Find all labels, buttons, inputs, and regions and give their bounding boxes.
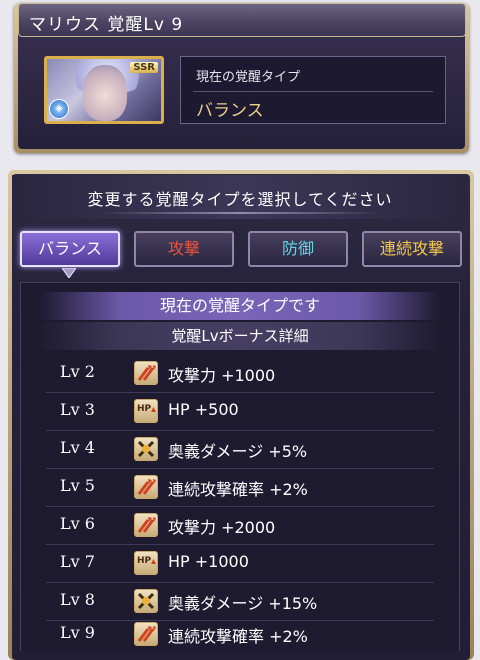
bonus-text: HP +500: [168, 400, 239, 419]
attack-icon: [134, 513, 158, 537]
rarity-badge: SSR: [130, 62, 158, 73]
current-type-value: バランス: [196, 101, 264, 121]
header-flourish: [100, 212, 380, 214]
attack-icon: [134, 361, 158, 385]
bonus-row: Lv 5 連続攻撃確率 +2%: [46, 469, 434, 507]
title-bar: マリウス 覚醒Lv 9: [18, 3, 466, 37]
hp-icon: HP: [134, 399, 158, 423]
bonus-row: Lv 7 HP HP +1000: [46, 545, 434, 583]
bonus-row: Lv 6 攻撃力 +2000: [46, 507, 434, 545]
bonus-level: Lv 9: [60, 623, 95, 642]
bonus-text: HP +1000: [168, 552, 249, 571]
bonus-level: Lv 7: [60, 552, 95, 571]
bonus-row: Lv 9 連続攻撃確率 +2%: [46, 616, 434, 653]
current-type-label: 現在の覚醒タイプ: [196, 70, 301, 85]
bonus-level: Lv 6: [60, 514, 95, 533]
selection-prompt: 変更する覚醒タイプを選択してください: [87, 190, 393, 209]
water-element-icon: ◈: [49, 99, 69, 119]
bonus-text: 奥義ダメージ +15%: [168, 594, 318, 613]
type-button-combo[interactable]: 連続攻撃: [362, 231, 462, 267]
ougi-icon: [134, 589, 158, 613]
current-type-box: 現在の覚醒タイプ バランス: [180, 56, 446, 124]
portrait-face: [83, 65, 127, 121]
type-button-balance[interactable]: バランス: [20, 231, 120, 267]
bonus-detail-header: 覚醒Lvボーナス詳細: [40, 322, 440, 350]
bonus-row: Lv 4 奥義ダメージ +5%: [46, 431, 434, 469]
attack-icon: [134, 622, 158, 646]
selection-pointer-icon: [62, 268, 76, 278]
bonus-level: Lv 3: [60, 400, 95, 419]
bonus-text: 連続攻撃確率 +2%: [168, 627, 308, 646]
character-portrait[interactable]: SSR ◈: [44, 56, 164, 124]
bonus-level: Lv 8: [60, 590, 95, 609]
bonus-row: Lv 2 攻撃力 +1000: [46, 355, 434, 393]
bonus-text: 連続攻撃確率 +2%: [168, 480, 308, 499]
bonus-row: Lv 3 HP HP +500: [46, 393, 434, 431]
status-banner: 現在の覚醒タイプです: [40, 292, 440, 320]
type-button-defense[interactable]: 防御: [248, 231, 348, 267]
bonus-level: Lv 2: [60, 362, 95, 381]
character-title: マリウス 覚醒Lv 9: [29, 15, 184, 35]
attack-icon: [134, 475, 158, 499]
bonus-text: 奥義ダメージ +5%: [168, 442, 308, 461]
type-button-attack[interactable]: 攻撃: [134, 231, 234, 267]
divider: [193, 91, 433, 92]
ougi-icon: [134, 437, 158, 461]
bonus-level: Lv 5: [60, 476, 95, 495]
hp-icon: HP: [134, 551, 158, 575]
bonus-level: Lv 4: [60, 438, 95, 457]
bonus-text: 攻撃力 +2000: [168, 518, 276, 537]
bonus-text: 攻撃力 +1000: [168, 366, 276, 385]
